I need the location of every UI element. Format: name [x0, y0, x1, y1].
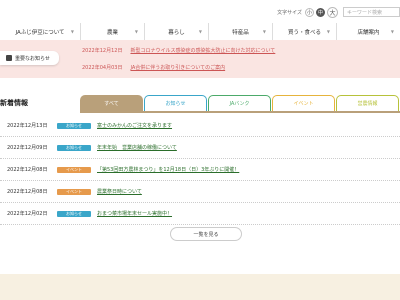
nav-item-stores[interactable]: 店舗案内 ▼: [336, 23, 400, 40]
tab-1[interactable]: お知らせ: [144, 95, 207, 111]
notice-item[interactable]: 2022年12月12日 新型コロナウイルス感染症の感染拡大防止に向けた対応につい…: [82, 47, 275, 54]
news-date: 2022年12月08日: [7, 189, 48, 195]
news-title-link[interactable]: 年末年始 営業店舗の稼働について: [97, 144, 177, 151]
news-title-link[interactable]: 富士のみかんのご注文を承ります: [97, 122, 172, 129]
footer-band: [0, 274, 400, 300]
search-input[interactable]: キーワード検索: [343, 7, 400, 17]
news-row[interactable]: 2022年12月02日 お知らせ おまつ菜市場年末セール実施中！: [0, 203, 400, 225]
notice-date: 2022年12月12日: [82, 48, 123, 54]
news-list: 2022年12月13日 お知らせ 富士のみかんのご注文を承ります 2022年12月09…: [0, 115, 400, 225]
font-size-small-button[interactable]: 小: [305, 7, 314, 17]
font-size-label: 文字サイズ: [277, 9, 302, 16]
notice-icon: [6, 55, 12, 61]
nav-item-specialty[interactable]: 特産品 ▼: [208, 23, 272, 40]
chevron-down-icon: ▼: [326, 29, 330, 34]
category-badge: お知らせ: [57, 144, 91, 151]
chevron-down-icon: ▼: [390, 29, 394, 34]
news-date: 2022年12月09日: [7, 145, 48, 151]
category-badge: イベント: [57, 188, 91, 195]
tab-underline: [80, 111, 400, 113]
nav-item-shop-eat[interactable]: 買う・食べる ▼: [272, 23, 336, 40]
notice-item[interactable]: 2022年04月03日 JA合併に伴うお取り引きについてのご案内: [82, 64, 225, 71]
news-date: 2022年12月08日: [7, 167, 48, 173]
important-notice-label: 重要なお知らせ: [15, 55, 50, 62]
nav-item-agriculture[interactable]: 農業 ▼: [80, 23, 144, 40]
tab-0[interactable]: すべて: [80, 95, 143, 111]
news-row[interactable]: 2022年12月08日 イベント 「第53回田方農林まつり」を12月18日（日）3年…: [0, 159, 400, 181]
chevron-down-icon: ▼: [262, 29, 266, 34]
notice-link[interactable]: 新型コロナウイルス感染症の感染拡大防止に向けた対応について: [130, 47, 275, 54]
font-size-medium-button[interactable]: 中: [316, 7, 325, 17]
category-badge: お知らせ: [57, 122, 91, 129]
news-section-title: 新着情報: [0, 99, 28, 107]
view-all-button[interactable]: 一覧を見る: [170, 227, 242, 241]
notice-date: 2022年04月03日: [82, 65, 123, 71]
font-size-large-button[interactable]: 大: [327, 6, 338, 18]
search-placeholder: キーワード検索: [347, 9, 383, 16]
news-row[interactable]: 2022年12月13日 お知らせ 富士のみかんのご注文を承ります: [0, 115, 400, 137]
news-title-link[interactable]: 「第53回田方農林まつり」を12月18日（日）3年ぶりに開催！: [97, 166, 239, 173]
important-notice-button[interactable]: 重要なお知らせ: [0, 51, 59, 65]
news-row[interactable]: 2022年12月09日 お知らせ 年末年始 営業店舗の稼働について: [0, 137, 400, 159]
news-title-link[interactable]: おまつ菜市場年末セール実施中！: [97, 210, 172, 217]
important-notice-bar: 重要なお知らせ 2022年12月12日 新型コロナウイルス感染症の感染拡大防止に…: [0, 40, 400, 78]
news-row[interactable]: 2022年12月08日 イベント 農業祭日時について: [0, 181, 400, 203]
tab-4[interactable]: 営農情報: [336, 95, 399, 111]
tab-2[interactable]: JAバンク: [208, 95, 271, 111]
tab-3[interactable]: イベント: [272, 95, 335, 111]
header-utility: 文字サイズ 小 中 大 キーワード検索: [277, 4, 400, 20]
chevron-down-icon: ▼: [198, 29, 202, 34]
news-title-link[interactable]: 農業祭日時について: [97, 188, 142, 195]
news-date: 2022年12月02日: [7, 211, 48, 217]
notice-link[interactable]: JA合併に伴うお取り引きについてのご案内: [130, 64, 225, 71]
chevron-down-icon: ▼: [70, 29, 74, 34]
nav-item-life[interactable]: 暮らし ▼: [144, 23, 208, 40]
nav-item-about[interactable]: JAふじ伊豆について ▼: [0, 23, 80, 40]
global-nav: JAふじ伊豆について ▼ 農業 ▼ 暮らし ▼ 特産品 ▼ 買う・食べる ▼ 店舗案内 ▼: [0, 23, 400, 41]
chevron-down-icon: ▼: [134, 29, 138, 34]
news-date: 2022年12月13日: [7, 123, 48, 129]
category-badge: お知らせ: [57, 210, 91, 217]
category-badge: イベント: [57, 166, 91, 173]
news-tabs: すべて お知らせ JAバンク イベント 営農情報: [80, 95, 400, 111]
